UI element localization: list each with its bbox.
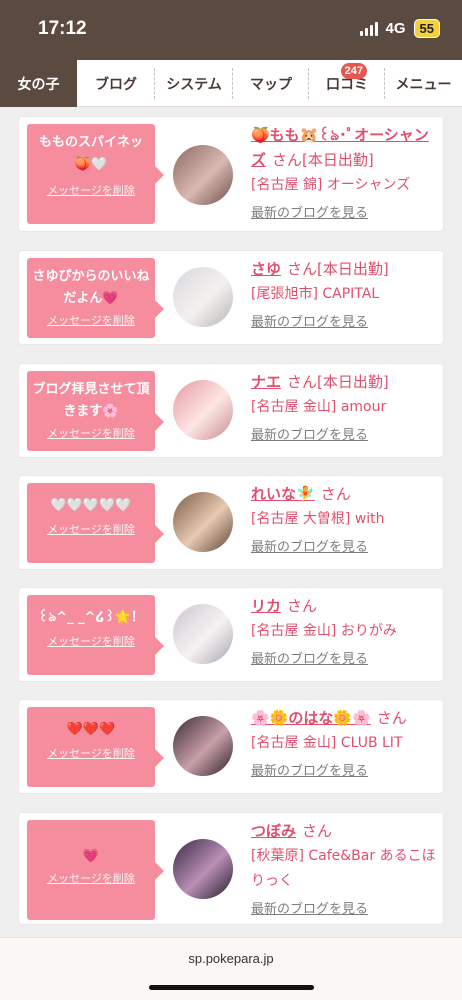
status-indicators: 4G 55 xyxy=(359,19,440,38)
message-bubble: 💗 メッセージを削除 xyxy=(27,820,164,920)
girl-info: れいな🧚 さん [名古屋 大曽根] with 最新のブログを見る xyxy=(251,482,437,555)
signal-icon xyxy=(359,21,378,36)
latest-blog-link[interactable]: 最新のブログを見る xyxy=(251,648,368,667)
message-text: もものスパイネッ🍑🤍 xyxy=(38,135,143,172)
tab-reviews[interactable]: 口コミ 247 xyxy=(309,60,385,107)
girl-name-link[interactable]: さゆ xyxy=(251,260,281,278)
avatar[interactable] xyxy=(173,604,233,664)
message-bubble: ブログ拝見させて頂きます🌸 メッセージを削除 xyxy=(27,371,164,451)
tab-label: マップ xyxy=(250,76,292,93)
delete-message-link[interactable]: メッセージを削除 xyxy=(27,182,155,198)
shop-name: [名古屋 大曽根] with xyxy=(251,511,385,527)
girl-name-link[interactable]: 🌸🌼のはな🌼🌸 xyxy=(251,709,371,727)
tab-menu[interactable]: メニュー xyxy=(385,60,462,107)
latest-blog-link[interactable]: 最新のブログを見る xyxy=(251,424,368,443)
message-text: ❤️❤️❤️ xyxy=(66,722,116,737)
delete-message-link[interactable]: メッセージを削除 xyxy=(27,521,155,537)
attendance-tag: [本日出勤] xyxy=(317,260,389,278)
honorific: さん xyxy=(287,597,318,615)
tab-girls[interactable]: 女の子 xyxy=(0,60,77,107)
message-bubble: ❤️❤️❤️ メッセージを削除 xyxy=(27,707,164,787)
message-bubble: ꒰ঌ^_ _^໒꒱🌟！ メッセージを削除 xyxy=(27,595,164,675)
list-item: ブログ拝見させて頂きます🌸 メッセージを削除 ナエ さん[本日出勤] [名古屋 金… xyxy=(18,363,444,458)
shop-name: [名古屋 金山] amour xyxy=(251,399,387,415)
reviews-count-badge: 247 xyxy=(340,63,367,79)
latest-blog-link[interactable]: 最新のブログを見る xyxy=(251,202,368,221)
honorific: さん xyxy=(376,709,407,727)
message-text: 💗 xyxy=(82,849,100,864)
delete-message-link[interactable]: メッセージを削除 xyxy=(27,870,155,886)
girl-info: つぼみ さん [秋葉原] Cafe&Bar あるこほりっく 最新のブログを見る xyxy=(251,819,437,917)
shop-name: [名古屋 金山] おりがみ xyxy=(251,623,397,639)
tab-label: システム xyxy=(166,76,222,93)
list-item: ꒰ঌ^_ _^໒꒱🌟！ メッセージを削除 リカ さん [名古屋 金山] おりがみ … xyxy=(18,587,444,682)
avatar[interactable] xyxy=(173,839,233,899)
latest-blog-link[interactable]: 最新のブログを見る xyxy=(251,760,368,779)
status-time: 17:12 xyxy=(38,18,87,39)
delete-message-link[interactable]: メッセージを削除 xyxy=(27,633,155,649)
delete-message-link[interactable]: メッセージを削除 xyxy=(27,312,155,328)
girl-list: もものスパイネッ🍑🤍 メッセージを削除 🍑もも🐹꒰ঌ･ﾟオーシャンズ さん[本日出… xyxy=(0,107,462,937)
latest-blog-link[interactable]: 最新のブログを見る xyxy=(251,536,368,555)
message-text: さゆぴからのいいねだよん💗 xyxy=(32,269,150,306)
list-item: ❤️❤️❤️ メッセージを削除 🌸🌼のはな🌼🌸 さん [名古屋 金山] CLUB … xyxy=(18,699,444,794)
shop-name: [秋葉原] Cafe&Bar あるこほりっく xyxy=(251,848,436,889)
avatar[interactable] xyxy=(173,380,233,440)
avatar[interactable] xyxy=(173,267,233,327)
avatar[interactable] xyxy=(173,145,233,205)
message-bubble: 🤍🤍🤍🤍🤍 メッセージを削除 xyxy=(27,483,164,563)
honorific: さん xyxy=(320,485,351,503)
avatar[interactable] xyxy=(173,492,233,552)
message-text: ブログ拝見させて頂きます🌸 xyxy=(32,382,150,419)
url-bar[interactable]: sp.pokepara.jp xyxy=(0,951,462,966)
honorific: さん xyxy=(272,151,303,169)
girl-info: 🌸🌼のはな🌼🌸 さん [名古屋 金山] CLUB LIT 最新のブログを見る xyxy=(251,706,437,779)
shop-name: [尾張旭市] CAPITAL xyxy=(251,286,380,302)
tab-label: ブログ xyxy=(95,76,137,93)
home-indicator[interactable] xyxy=(149,985,314,990)
tab-blog[interactable]: ブログ xyxy=(77,60,155,107)
tab-label: 女の子 xyxy=(17,76,60,93)
message-text: ꒰ঌ^_ _^໒꒱🌟！ xyxy=(38,610,144,625)
delete-message-link[interactable]: メッセージを削除 xyxy=(27,425,155,441)
message-bubble: さゆぴからのいいねだよん💗 メッセージを削除 xyxy=(27,258,164,338)
latest-blog-link[interactable]: 最新のブログを見る xyxy=(251,311,368,330)
message-text: 🤍🤍🤍🤍🤍 xyxy=(50,498,132,513)
tab-label: メニュー xyxy=(395,76,452,93)
girl-info: リカ さん [名古屋 金山] おりがみ 最新のブログを見る xyxy=(251,594,437,667)
delete-message-link[interactable]: メッセージを削除 xyxy=(27,745,155,761)
girl-name-link[interactable]: ナエ xyxy=(251,373,281,391)
latest-blog-link[interactable]: 最新のブログを見る xyxy=(251,898,368,917)
tab-map[interactable]: マップ xyxy=(233,60,309,107)
honorific: さん xyxy=(302,822,333,840)
girl-info: 🍑もも🐹꒰ঌ･ﾟオーシャンズ さん[本日出勤] [名古屋 錦] オーシャンズ 最新… xyxy=(251,123,437,221)
girl-name-link[interactable]: つぼみ xyxy=(251,822,296,840)
list-item: 💗 メッセージを削除 つぼみ さん [秋葉原] Cafe&Bar あるこほりっく … xyxy=(18,812,444,925)
honorific: さん xyxy=(287,260,318,278)
status-bar: 17:12 4G 55 xyxy=(0,0,462,60)
browser-footer: sp.pokepara.jp xyxy=(0,937,462,1000)
honorific: さん xyxy=(287,373,318,391)
list-item: もものスパイネッ🍑🤍 メッセージを削除 🍑もも🐹꒰ঌ･ﾟオーシャンズ さん[本日出… xyxy=(18,116,444,232)
network-type: 4G xyxy=(385,20,406,37)
shop-name: [名古屋 金山] CLUB LIT xyxy=(251,735,403,751)
message-bubble: もものスパイネッ🍑🤍 メッセージを削除 xyxy=(27,124,164,224)
girl-name-link[interactable]: リカ xyxy=(251,597,281,615)
tab-bar: 女の子 ブログ システム マップ 口コミ 247 メニュー xyxy=(0,60,462,107)
girl-name-link[interactable]: れいな🧚 xyxy=(251,485,315,503)
list-item: 🤍🤍🤍🤍🤍 メッセージを削除 れいな🧚 さん [名古屋 大曽根] with 最新の… xyxy=(18,475,444,570)
avatar[interactable] xyxy=(173,716,233,776)
attendance-tag: [本日出勤] xyxy=(302,151,374,169)
battery-icon: 55 xyxy=(413,19,440,38)
shop-name: [名古屋 錦] オーシャンズ xyxy=(251,177,411,193)
girl-info: ナエ さん[本日出勤] [名古屋 金山] amour 最新のブログを見る xyxy=(251,370,437,443)
attendance-tag: [本日出勤] xyxy=(317,373,389,391)
tab-system[interactable]: システム xyxy=(155,60,233,107)
girl-info: さゆ さん[本日出勤] [尾張旭市] CAPITAL 最新のブログを見る xyxy=(251,257,437,330)
list-item: さゆぴからのいいねだよん💗 メッセージを削除 さゆ さん[本日出勤] [尾張旭市]… xyxy=(18,250,444,345)
